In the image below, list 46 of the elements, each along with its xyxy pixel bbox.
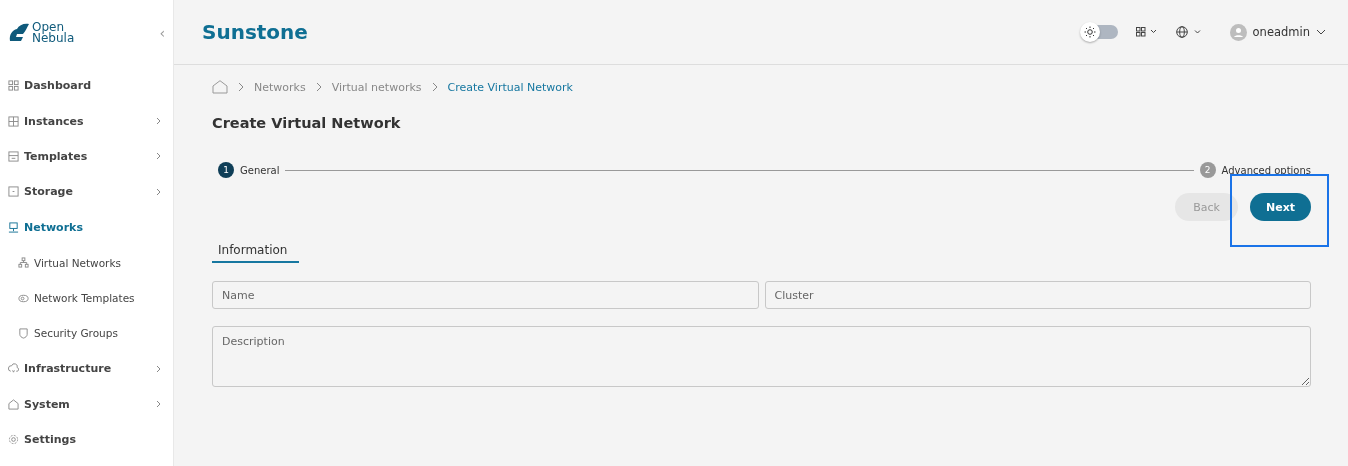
form-tab[interactable]: Information [212,237,299,263]
step-button[interactable]: Next [1249,193,1311,221]
sidebar-item[interactable]: System [0,386,173,422]
logo-text: Open Nebula [32,21,75,44]
house-icon [8,398,19,410]
box-icon [8,115,19,127]
gear-icon [8,434,19,446]
sidebar-item[interactable]: Instances [0,103,173,139]
apps-menu-icon[interactable] [1135,27,1158,37]
text-field[interactable]: Name [212,281,759,309]
chevron-right-icon [315,82,322,92]
globe-icon[interactable] [1175,26,1202,38]
cloud-icon [8,363,19,375]
textarea-field[interactable]: Description [212,326,1311,387]
step-label: Advanced options [1221,164,1311,176]
sidebar-item[interactable]: Infrastructure [0,351,173,387]
chevron-down-icon [1316,29,1326,35]
chevron-right-icon [431,82,438,92]
step-number: 1 [218,162,234,178]
network-icon [8,221,19,233]
page-title: Create Virtual Network [212,115,402,133]
grid-icon [8,80,19,92]
theme-toggle[interactable] [1083,25,1118,39]
sidebar-item[interactable]: Templates [0,138,173,175]
storage-icon [8,186,19,198]
template-icon [8,150,19,162]
breadcrumb-link[interactable]: Create Virtual Network [447,80,573,94]
tree-icon [18,257,29,269]
user-menu-button[interactable]: oneadmin [1229,23,1326,41]
app-title: Sunstone [202,20,308,44]
sidebar-item[interactable]: Dashboard [0,68,173,104]
sidebar-item[interactable]: Networks [0,209,173,245]
step-label: General [240,164,280,176]
chevron-right-icon [238,82,244,92]
eye-icon [18,292,29,304]
text-field[interactable]: Cluster [764,281,1311,309]
sidebar-subitem[interactable]: Security Groups [0,315,173,352]
sidebar-subitem[interactable]: Network Templates [0,280,173,316]
sidebar-subitem[interactable]: Virtual Networks [0,244,173,281]
sun-icon [1083,26,1096,38]
shield-icon [18,327,29,339]
sidebar-item[interactable]: Settings [0,421,173,458]
avatar-icon [1229,23,1247,41]
sidebar-item[interactable]: Storage [0,174,173,210]
step-number: 2 [1199,162,1216,178]
cloud-logo-icon [8,22,30,43]
